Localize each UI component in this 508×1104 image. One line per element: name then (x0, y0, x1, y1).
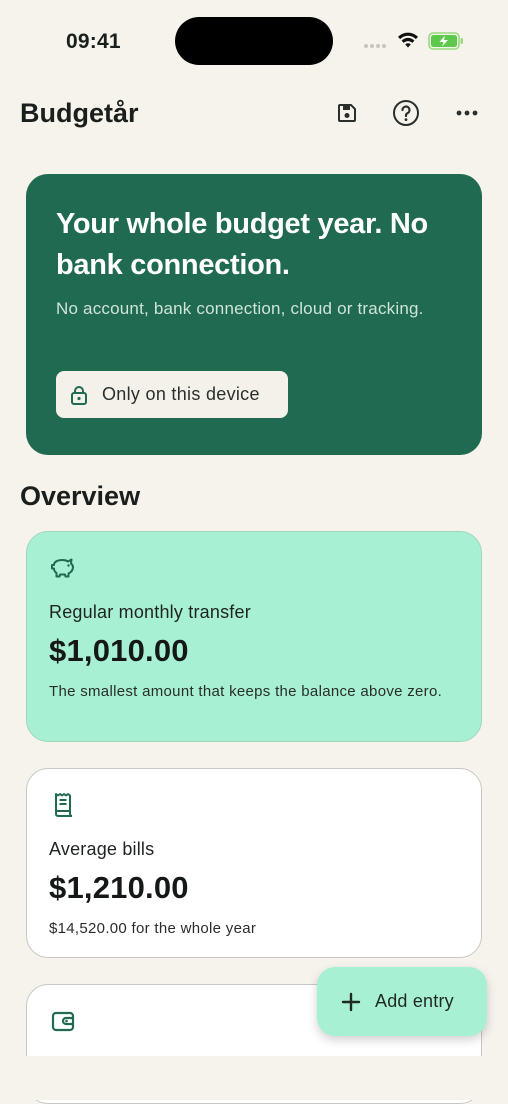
card-label: Regular monthly transfer (49, 602, 251, 622)
average-bills-card[interactable]: Average bills $1,210.00 $14,520.00 for t… (26, 768, 482, 958)
battery-charging-icon (428, 32, 463, 50)
status-time: 09:41 (66, 30, 121, 53)
receipt-icon (55, 793, 73, 817)
card-label: Average bills (49, 839, 155, 859)
card-value: $1,210.00 (49, 870, 189, 905)
add-entry-label: Add entry (375, 991, 454, 1011)
bottom-safe-area (0, 1056, 508, 1100)
add-entry-button[interactable]: Add entry (317, 967, 487, 1036)
monthly-transfer-card[interactable]: Regular monthly transfer $1,010.00 The s… (26, 531, 482, 742)
hero-card: Your whole budget year. No bank connecti… (26, 174, 482, 455)
wifi-icon (398, 32, 418, 48)
piggy-bank-icon (51, 558, 74, 578)
overview-heading: Overview (20, 481, 141, 511)
status-bar: 09:41 (0, 0, 508, 84)
help-button[interactable] (389, 96, 423, 130)
card-note: The smallest amount that keeps the balan… (49, 683, 443, 700)
plus-icon (341, 992, 361, 1011)
more-icon (456, 110, 478, 116)
dynamic-island (175, 17, 333, 65)
wallet-icon (51, 1011, 75, 1032)
save-icon (338, 104, 356, 122)
cellular-signal-icon (364, 44, 386, 48)
app-title: Budgetår (20, 98, 139, 128)
help-icon (393, 100, 419, 126)
card-note: $14,520.00 for the whole year (49, 920, 257, 937)
device-only-badge: Only on this device (56, 371, 288, 418)
hero-subtitle: No account, bank connection, cloud or tr… (56, 299, 424, 318)
device-only-label: Only on this device (102, 384, 260, 404)
card-value: $1,010.00 (49, 633, 189, 668)
lock-icon (71, 385, 87, 405)
save-button[interactable] (330, 96, 364, 130)
hero-title: Your whole budget year. No bank connecti… (56, 208, 428, 281)
app-header: Budgetår (0, 92, 508, 136)
more-button[interactable] (450, 96, 484, 130)
